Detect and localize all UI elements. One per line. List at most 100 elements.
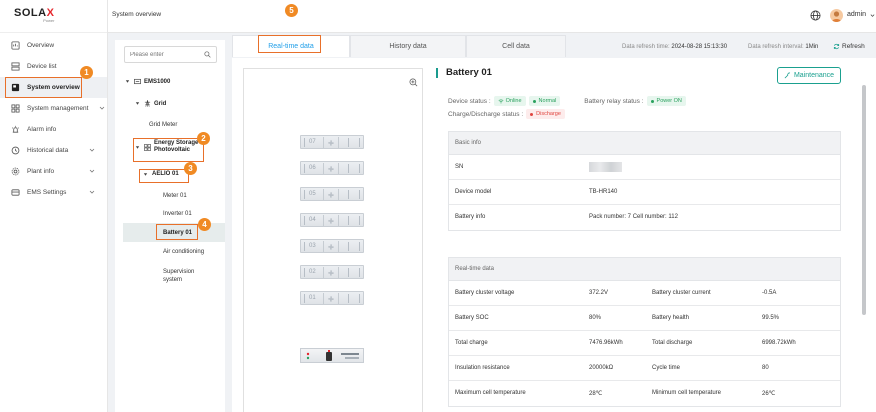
module-grip <box>359 242 360 251</box>
relay-status-label: Battery relay status : <box>584 97 644 105</box>
battery-pack-module[interactable]: 07 <box>300 135 364 149</box>
online-text: Online <box>505 98 522 104</box>
module-grip <box>304 164 305 173</box>
module-number: 07 <box>309 139 316 145</box>
basic-info-card: Basic info SN Device model TB-HR140 Batt… <box>448 131 841 231</box>
maintenance-button[interactable]: Maintenance <box>777 67 841 84</box>
fan-icon <box>323 189 339 200</box>
zoom-in-icon[interactable] <box>409 78 418 87</box>
tree-node-ems[interactable]: EMS1000 <box>125 78 170 85</box>
main-area: Real-time data History data Cell data Da… <box>232 33 876 412</box>
tree-node-grid-meter[interactable]: Grid Meter <box>149 122 177 128</box>
main-menu: Overview Device list System overview Sys… <box>0 33 107 203</box>
highlight-box <box>258 35 321 53</box>
module-grip <box>304 242 305 251</box>
historical-data-icon <box>11 146 20 155</box>
user-name[interactable]: admin <box>847 11 866 18</box>
metric-value: 80 <box>762 365 769 371</box>
battery-pack-module[interactable]: 04 <box>300 213 364 227</box>
menu-item-system-management[interactable]: System management <box>0 98 107 119</box>
refresh-interval-value: 1Min <box>805 44 819 50</box>
chevron-down-icon[interactable] <box>870 13 875 18</box>
basic-info-heading: Basic info <box>449 132 840 155</box>
tree-node-meter[interactable]: Meter 01 <box>163 193 187 199</box>
metric-label: Battery SOC <box>455 315 489 321</box>
battery-pack-module[interactable]: 06 <box>300 161 364 175</box>
online-badge: Online <box>493 96 526 106</box>
metric-label: Maximum cell temperature <box>455 390 526 396</box>
tab-cell-data[interactable]: Cell data <box>466 35 566 57</box>
chevron-down-icon <box>89 148 95 152</box>
search-icon[interactable] <box>204 51 211 58</box>
ems-settings-icon <box>11 188 20 197</box>
scrollbar-thumb[interactable] <box>862 85 866 315</box>
menu-label: Alarm info <box>27 126 57 133</box>
battery-pack-module[interactable]: 01 <box>300 291 364 305</box>
table-row: Battery cluster voltage 372.2V Battery clu… <box>449 281 840 306</box>
solax-logo[interactable]: SOLAX Power <box>0 0 107 33</box>
battery-pack-module[interactable]: 03 <box>300 239 364 253</box>
menu-item-plant-info[interactable]: Plant info <box>0 161 107 182</box>
menu-label: EMS Settings <box>27 189 67 196</box>
fan-icon <box>323 137 339 148</box>
search-input[interactable] <box>125 47 203 62</box>
wifi-icon <box>498 99 504 104</box>
tree-node-grid[interactable]: Grid <box>135 100 166 107</box>
module-number: 03 <box>309 243 316 249</box>
metric-label: Insulation resistance <box>455 365 510 371</box>
menu-item-ems-settings[interactable]: EMS Settings <box>0 182 107 203</box>
system-management-icon <box>11 104 20 113</box>
module-grip <box>304 138 305 147</box>
module-grip <box>348 216 349 225</box>
charge-status-label: Charge/Discharge status : <box>448 110 524 118</box>
module-grip <box>359 268 360 277</box>
highlight-box <box>156 224 198 240</box>
device-title: Battery 01 <box>436 68 492 78</box>
highlight-box <box>5 77 82 98</box>
wrench-icon <box>784 72 791 79</box>
highlight-box <box>133 138 204 162</box>
module-number: 05 <box>309 191 316 197</box>
tab-bar: Real-time data History data Cell data Da… <box>232 33 876 58</box>
fan-icon <box>323 163 339 174</box>
content-panel: 07 06 05 04 03 02 01 Battery 01 Maintenance De… <box>232 58 876 412</box>
battery-pack-module[interactable]: 02 <box>300 265 364 279</box>
globe-icon[interactable] <box>810 10 821 21</box>
alarm-icon <box>11 125 20 134</box>
tab-label: Cell data <box>502 43 530 50</box>
menu-item-system-overview[interactable]: System overview <box>0 77 107 98</box>
chevron-down-icon <box>89 169 95 173</box>
bms-controller-module[interactable] <box>300 348 364 363</box>
device-status-label: Device status : <box>448 97 491 105</box>
tree-node-inverter[interactable]: Inverter 01 <box>163 211 192 217</box>
tree-node-supervision[interactable]: Supervision system <box>163 268 207 284</box>
table-row: Maximum cell temperature 28℃ Minimum cell … <box>449 381 840 406</box>
step-badge: 2 <box>197 132 210 145</box>
menu-item-overview[interactable]: Overview <box>0 35 107 56</box>
metric-value: 372.2V <box>589 290 609 296</box>
battery-pack-module[interactable]: 05 <box>300 187 364 201</box>
chevron-down-icon <box>89 190 95 194</box>
module-grip <box>359 294 360 303</box>
discharge-text: Discharge <box>536 111 561 117</box>
tab-history-data[interactable]: History data <box>350 35 466 57</box>
sn-value-redacted <box>589 162 622 172</box>
tree-label: Meter 01 <box>163 193 187 199</box>
metric-label: Total discharge <box>652 340 693 346</box>
menu-item-alarm-info[interactable]: Alarm info <box>0 119 107 140</box>
module-number: 06 <box>309 165 316 171</box>
avatar[interactable] <box>830 9 843 22</box>
refresh-button[interactable]: Refresh <box>833 43 865 50</box>
sidebar: SOLAX Power Overview Device list System o… <box>0 0 108 412</box>
module-grip <box>348 268 349 277</box>
metric-value: 28℃ <box>589 391 603 397</box>
top-header: System overview admin <box>108 0 876 33</box>
tree-label: EMS1000 <box>144 78 171 85</box>
metric-value: 26℃ <box>762 391 776 397</box>
tree-node-air-conditioning[interactable]: Air conditioning <box>163 249 204 255</box>
tree-search <box>124 46 217 63</box>
module-grip <box>304 268 305 277</box>
step-badge: 3 <box>184 162 197 175</box>
page-title: System overview <box>112 11 162 18</box>
menu-item-historical-data[interactable]: Historical data <box>0 140 107 161</box>
